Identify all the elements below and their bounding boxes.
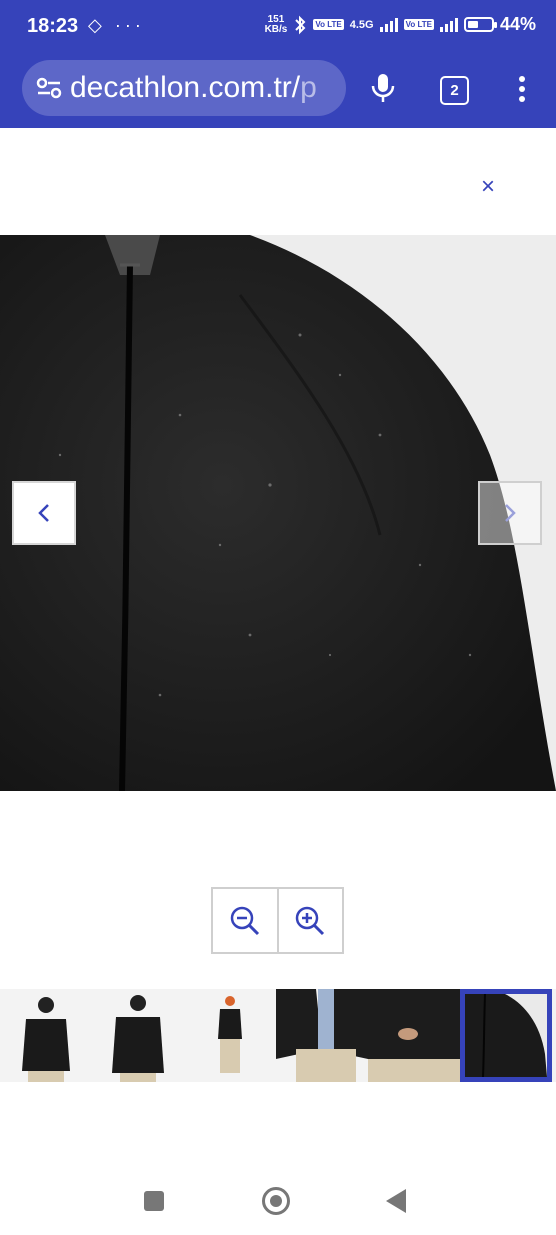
tune-icon[interactable] bbox=[34, 73, 64, 103]
mic-icon[interactable] bbox=[368, 72, 398, 104]
zoom-controls bbox=[211, 887, 344, 954]
thumbnail-image bbox=[184, 989, 276, 1082]
notification-icons: ◇ ··· bbox=[88, 15, 145, 35]
browser-toolbar: decathlon.com.tr/p 2 bbox=[0, 58, 556, 128]
next-image-button[interactable] bbox=[478, 481, 542, 545]
url-text-main: decathlon.com.tr/ bbox=[70, 71, 301, 104]
jacket-image bbox=[0, 235, 556, 791]
url-text-overflow: p bbox=[300, 71, 317, 104]
thumbnail-image bbox=[368, 989, 460, 1082]
network-speed-value: 151 bbox=[267, 13, 285, 25]
tab-switcher-button[interactable]: 2 bbox=[440, 76, 469, 105]
system-navigation-bar bbox=[0, 1160, 556, 1235]
thumbnail-2[interactable] bbox=[92, 989, 184, 1082]
battery-percent: 44% bbox=[499, 14, 536, 34]
thumbnail-image bbox=[0, 989, 92, 1082]
thumbnail-3[interactable] bbox=[184, 989, 276, 1082]
back-button[interactable] bbox=[386, 1189, 406, 1213]
thumbnail-strip bbox=[0, 989, 556, 1082]
zoom-in-icon bbox=[296, 906, 325, 935]
signal-icon-2 bbox=[439, 17, 458, 32]
thumbnail-1[interactable] bbox=[0, 989, 92, 1082]
network-speed: 151 KB/s bbox=[264, 13, 288, 35]
previous-image-button[interactable] bbox=[12, 481, 76, 545]
product-image[interactable] bbox=[0, 235, 556, 791]
volte-badge: Vo LTE bbox=[313, 19, 344, 30]
thumbnail-image bbox=[92, 989, 184, 1082]
thumbnail-4[interactable] bbox=[276, 989, 368, 1082]
battery-fill bbox=[467, 21, 478, 28]
status-right: 151 KB/s Vo LTE 4.5G Vo LTE 44% bbox=[265, 14, 536, 35]
volte-badge-2: Vo LTE bbox=[403, 19, 434, 30]
url-text[interactable]: decathlon.com.tr/p bbox=[70, 71, 317, 105]
zoom-out-button[interactable] bbox=[213, 889, 277, 952]
zoom-out-icon bbox=[230, 906, 259, 935]
close-viewer-button[interactable]: × bbox=[477, 175, 499, 199]
thumbnail-image bbox=[465, 994, 547, 1077]
zoom-in-button[interactable] bbox=[276, 889, 343, 952]
thumbnail-image bbox=[276, 989, 368, 1082]
home-button[interactable] bbox=[262, 1187, 290, 1215]
signal-icon bbox=[379, 17, 398, 32]
address-bar[interactable]: decathlon.com.tr/p bbox=[22, 60, 346, 116]
kebab-menu-icon[interactable] bbox=[512, 74, 532, 104]
chevron-left-icon bbox=[38, 504, 49, 522]
battery-icon bbox=[463, 17, 497, 32]
bluetooth-icon bbox=[295, 15, 306, 34]
network-speed-unit: KB/s bbox=[264, 23, 288, 35]
status-bar: 18:23 ◇ ··· 151 KB/s Vo LTE 4.5G Vo LTE … bbox=[0, 0, 556, 58]
status-time: 18:23 bbox=[27, 15, 79, 37]
network-type: 4.5G bbox=[349, 18, 374, 31]
recents-button[interactable] bbox=[144, 1191, 164, 1211]
thumbnail-6-selected[interactable] bbox=[460, 989, 552, 1082]
chevron-right-icon bbox=[505, 504, 516, 522]
thumbnail-5[interactable] bbox=[368, 989, 460, 1082]
